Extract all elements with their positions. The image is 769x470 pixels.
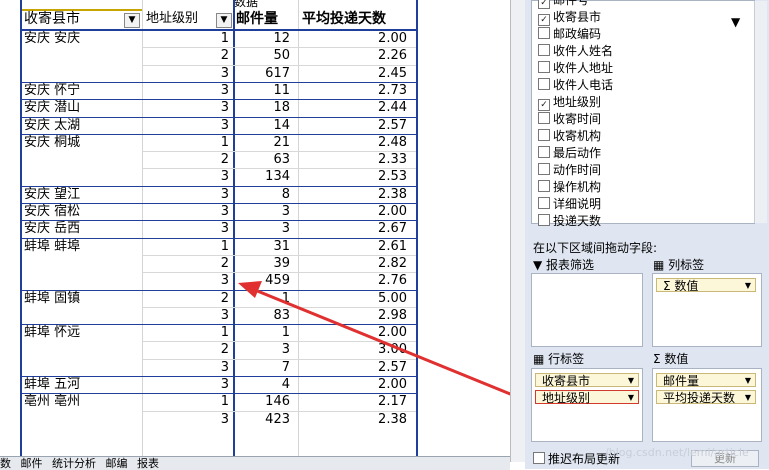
field-list-scrollbar[interactable] <box>754 1 767 223</box>
field-list-item[interactable]: 收件人地址 <box>538 60 613 77</box>
defer-update-checkbox[interactable] <box>533 452 545 464</box>
chevron-down-icon: ▼ <box>627 393 634 402</box>
field-list-item[interactable]: 收寄时间 <box>538 111 601 128</box>
field-label: 收寄机构 <box>553 129 602 143</box>
field-checkbox[interactable] <box>538 163 550 175</box>
field-label: 投递天数 <box>553 214 602 228</box>
sheet-tab[interactable]: 邮编 <box>106 457 128 470</box>
column-labels-label: ▦ 列标签 <box>653 256 704 273</box>
field-label: 收寄县市 <box>553 10 602 24</box>
sheet-tab[interactable]: 报表 <box>137 457 159 470</box>
field-checkbox[interactable] <box>538 146 550 158</box>
field-label: 最后动作 <box>553 146 602 160</box>
field-checkbox[interactable] <box>538 44 550 56</box>
report-filter-area[interactable] <box>531 273 643 347</box>
sheet-vertical-scrollbar[interactable] <box>510 0 525 462</box>
sigma-icon: Σ <box>653 352 665 366</box>
field-label: 动作时间 <box>553 163 602 177</box>
field-checkbox[interactable] <box>538 78 550 90</box>
column-labels-area[interactable]: Σ 数值 ▼ <box>652 273 762 347</box>
report-filter-label: ▼ 报表筛选 <box>533 256 594 273</box>
field-list-box: ✓ 邮件号 ✓ 收寄县市 邮政编码 收件人姓名 收件人地址 收件人电话 ✓ 地址级别 收寄时间 收寄机… <box>531 0 767 228</box>
sheet-tab[interactable]: 邮件 <box>21 457 43 470</box>
row-chip-text: 收寄县市 <box>542 374 591 388</box>
pivot-field-list-panel: ✓ 邮件号 ✓ 收寄县市 邮政编码 收件人姓名 收件人地址 收件人电话 ✓ 地址级别 收寄时间 收寄机… <box>525 0 769 469</box>
report-filter-text: 报表筛选 <box>546 258 595 272</box>
row-labels-label: ▦ 行标签 <box>533 350 584 367</box>
funnel-icon: ▼ <box>731 15 741 29</box>
field-checkbox[interactable] <box>538 197 550 209</box>
field-checkbox[interactable] <box>538 180 550 192</box>
field-checkbox[interactable] <box>538 27 550 39</box>
row-chip-level[interactable]: 地址级别 ▼ <box>535 390 639 405</box>
field-list-item[interactable]: ✓ 收寄县市 <box>538 9 601 26</box>
column-labels-text: 列标签 <box>668 258 705 272</box>
column-chip-values[interactable]: Σ 数值 ▼ <box>656 278 756 293</box>
chevron-down-icon: ▼ <box>744 376 751 385</box>
field-label: 收件人电话 <box>553 78 614 92</box>
value-chip-text: 邮件量 <box>663 374 700 388</box>
field-checkbox[interactable]: ✓ <box>538 14 550 26</box>
field-checkbox[interactable]: ✓ <box>538 99 550 111</box>
field-list-item[interactable]: 最后动作 <box>538 145 601 162</box>
watermark-text: /blog.csdn.net/lemi/article <box>605 446 749 459</box>
sheet-tabs: 数 邮件 统计分析 邮编 报表 <box>0 456 510 470</box>
field-list-item[interactable]: 操作机构 <box>538 179 601 196</box>
field-list-item[interactable]: 收件人姓名 <box>538 43 613 60</box>
filter-icon: ▼ <box>533 258 547 272</box>
field-checkbox[interactable]: ✓ <box>538 0 550 9</box>
field-list-item[interactable]: ✓ 地址级别 <box>538 94 601 111</box>
values-area[interactable]: 邮件量 ▼ 平均投递天数 ▼ <box>652 368 762 442</box>
drag-hint: 在以下区域间拖动字段: <box>533 241 658 255</box>
field-list-item[interactable]: 详细说明 <box>538 196 601 213</box>
field-list-item[interactable]: 邮政编码 <box>538 26 601 43</box>
field-label: 地址级别 <box>553 95 602 109</box>
field-label: 操作机构 <box>553 180 602 194</box>
row-chip-city[interactable]: 收寄县市 ▼ <box>535 373 639 388</box>
field-checkbox[interactable] <box>538 214 550 226</box>
field-label: 收件人姓名 <box>553 44 614 58</box>
row-labels-icon: ▦ <box>533 352 549 366</box>
row-labels-text: 行标签 <box>548 352 585 366</box>
field-checkbox[interactable] <box>538 112 550 124</box>
field-label: 邮件号 <box>553 0 590 7</box>
field-list-item[interactable]: 动作时间 <box>538 162 601 179</box>
field-list-item[interactable]: 投递天数 <box>538 213 601 230</box>
field-label: 详细说明 <box>553 197 602 211</box>
column-chip-text: Σ 数值 <box>663 279 699 293</box>
value-chip-qty[interactable]: 邮件量 ▼ <box>656 373 756 388</box>
field-label: 收寄时间 <box>553 112 602 126</box>
field-label: 邮政编码 <box>553 27 602 41</box>
pivot-table-grid: 数据 收寄县市 ▼ 地址级别 ▼ 邮件量 平均投递天数 安庆 安庆 1 12 2.00… <box>0 0 510 462</box>
field-label: 收件人地址 <box>553 61 614 75</box>
chevron-down-icon: ▼ <box>744 393 751 402</box>
field-list-item[interactable]: 收寄机构 <box>538 128 601 145</box>
chevron-down-icon: ▼ <box>744 281 751 290</box>
field-checkbox[interactable] <box>538 61 550 73</box>
value-chip-text: 平均投递天数 <box>663 391 736 405</box>
values-label: Σ 数值 <box>653 350 688 367</box>
field-list-item[interactable]: 收件人电话 <box>538 77 613 94</box>
field-checkbox[interactable] <box>538 129 550 141</box>
values-text: 数值 <box>664 352 689 366</box>
chevron-down-icon: ▼ <box>627 376 634 385</box>
column-labels-icon: ▦ <box>653 258 669 272</box>
row-labels-area[interactable]: 收寄县市 ▼ 地址级别 ▼ <box>531 368 643 442</box>
field-list-item[interactable]: ✓ 邮件号 <box>538 0 589 9</box>
sheet-tab[interactable]: 统计分析 <box>52 457 96 470</box>
red-arrow-annotation <box>238 281 510 396</box>
value-chip-days[interactable]: 平均投递天数 ▼ <box>656 390 756 405</box>
sheet-tab[interactable]: 数 <box>0 457 11 470</box>
row-chip-text: 地址级别 <box>542 391 591 405</box>
